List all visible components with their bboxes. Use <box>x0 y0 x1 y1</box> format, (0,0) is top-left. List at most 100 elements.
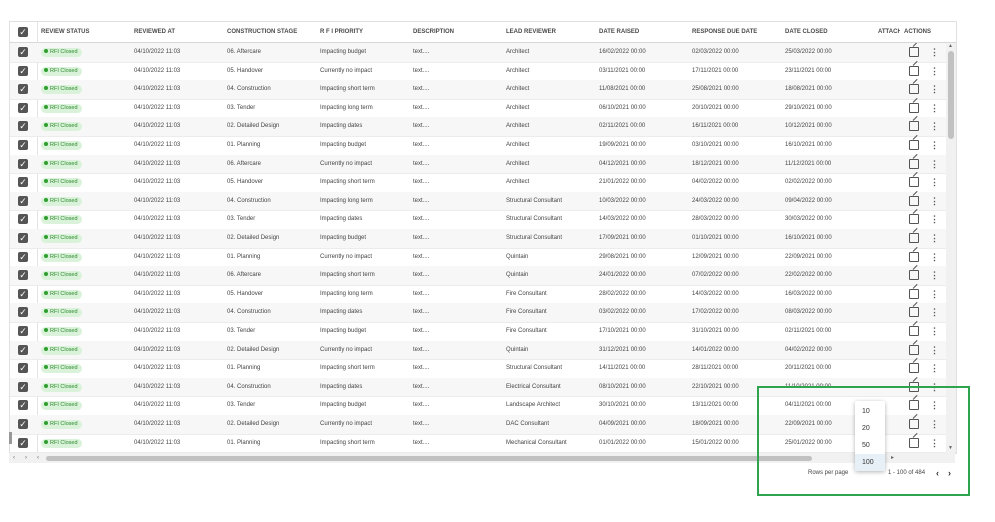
table-row[interactable]: ✓ RFI Closed 04/10/2022 11:03 06. Aftercare… <box>10 266 946 286</box>
horizontal-scroll-thumb[interactable] <box>46 456 812 461</box>
select-all-checkbox[interactable]: ✓ <box>18 27 28 37</box>
row-checkbox[interactable]: ✓ <box>18 121 28 132</box>
more-options-icon[interactable]: ⋮ <box>930 62 939 80</box>
edit-icon[interactable] <box>909 102 919 113</box>
row-checkbox[interactable]: ✓ <box>18 344 28 355</box>
edit-icon[interactable] <box>909 326 919 336</box>
more-options-icon[interactable]: ⋮ <box>930 43 939 61</box>
table-row[interactable]: ✓ RFI Closed 04/10/2022 11:03 04. Construct… <box>10 303 946 323</box>
scroll-up-icon[interactable]: ▲ <box>948 43 953 49</box>
more-options-icon[interactable]: ⋮ <box>930 359 939 377</box>
status-text: RFI Closed <box>50 160 78 167</box>
annotation-highlight-box <box>757 386 970 496</box>
col-response-due-date[interactable]: RESPONSE DUE DATE <box>692 22 772 42</box>
table-row[interactable]: ✓ RFI Closed 04/10/2022 11:03 06. Aftercare… <box>10 43 946 63</box>
more-options-icon[interactable]: ⋮ <box>930 192 939 210</box>
edit-icon[interactable] <box>909 214 919 225</box>
row-checkbox[interactable]: ✓ <box>18 437 28 448</box>
vertical-scroll-thumb[interactable] <box>948 51 954 139</box>
table-row[interactable]: ✓ RFI Closed 04/10/2022 11:03 03. Tender Imp… <box>10 99 946 119</box>
col-lead-reviewer[interactable]: LEAD REVIEWER <box>506 22 586 42</box>
col-rfi-priority[interactable]: R F I PRIORITY <box>320 22 400 42</box>
more-options-icon[interactable]: ⋮ <box>930 210 939 228</box>
edit-icon[interactable] <box>909 140 919 150</box>
scroll-left-icon[interactable]: ‹ <box>13 453 15 463</box>
table-row[interactable]: ✓ RFI Closed 04/10/2022 11:03 01. Planning C… <box>10 248 946 268</box>
edit-icon[interactable] <box>909 233 919 243</box>
col-description[interactable]: DESCRIPTION <box>413 22 493 42</box>
row-checkbox[interactable]: ✓ <box>18 47 28 57</box>
table-row[interactable]: ✓ RFI Closed 04/10/2022 11:03 03. Tender Imp… <box>10 322 946 342</box>
row-checkbox[interactable]: ✓ <box>18 381 28 392</box>
table-row[interactable]: ✓ RFI Closed 04/10/2022 11:03 02. Detailed … <box>10 340 946 361</box>
row-checkbox[interactable]: ✓ <box>18 251 28 262</box>
more-options-icon[interactable]: ⋮ <box>930 322 939 340</box>
table-row[interactable]: ✓ RFI Closed 04/10/2022 11:03 04. Construct… <box>10 80 946 100</box>
table-row[interactable]: ✓ RFI Closed 04/10/2022 11:03 05. Handover I… <box>10 173 946 193</box>
row-checkbox[interactable]: ✓ <box>18 102 28 113</box>
table-row[interactable]: ✓ RFI Closed 04/10/2022 11:03 05. Handover C… <box>10 62 946 82</box>
table-row[interactable]: ✓ RFI Closed 04/10/2022 11:03 02. Detailed … <box>10 229 946 249</box>
row-checkbox[interactable]: ✓ <box>18 363 28 374</box>
row-checkbox[interactable]: ✓ <box>18 195 28 206</box>
table-row[interactable]: ✓ RFI Closed 04/10/2022 11:03 01. Planning I… <box>10 136 946 156</box>
row-checkbox[interactable]: ✓ <box>18 270 28 281</box>
more-options-icon[interactable]: ⋮ <box>930 99 939 117</box>
edit-icon[interactable] <box>909 307 919 318</box>
status-text: RFI Closed <box>50 142 78 148</box>
edit-icon[interactable] <box>909 121 919 132</box>
row-checkbox[interactable]: ✓ <box>18 288 28 299</box>
edit-icon[interactable] <box>909 177 919 188</box>
more-options-icon[interactable]: ⋮ <box>930 303 939 321</box>
table-row[interactable]: ✓ RFI Closed 04/10/2022 11:03 06. Aftercare… <box>10 154 946 175</box>
edit-icon[interactable] <box>909 344 919 355</box>
row-checkbox[interactable]: ✓ <box>18 400 28 411</box>
row-checkbox[interactable]: ✓ <box>18 177 28 188</box>
more-options-icon[interactable]: ⋮ <box>930 266 939 284</box>
table-row[interactable]: ✓ RFI Closed 04/10/2022 11:03 04. Construct… <box>10 191 946 212</box>
col-review-status[interactable]: REVIEW STATUS <box>41 22 121 42</box>
edit-icon[interactable] <box>909 195 919 206</box>
row-checkbox[interactable]: ✓ <box>18 158 28 169</box>
more-options-icon[interactable]: ⋮ <box>930 80 939 98</box>
more-options-icon[interactable]: ⋮ <box>930 136 939 154</box>
scroll-left-small-icon[interactable]: ‹ <box>37 453 39 463</box>
table-row[interactable]: ✓ RFI Closed 04/10/2022 11:03 03. Tender Imp… <box>10 210 946 230</box>
row-resize-handle[interactable] <box>9 432 12 444</box>
edit-icon[interactable] <box>909 84 919 95</box>
row-checkbox[interactable]: ✓ <box>18 419 28 429</box>
row-checkbox[interactable]: ✓ <box>18 233 28 243</box>
status-badge: RFI Closed <box>41 382 82 392</box>
row-checkbox[interactable]: ✓ <box>18 140 28 150</box>
row-checkbox[interactable]: ✓ <box>18 65 28 76</box>
more-options-icon[interactable]: ⋮ <box>930 248 939 266</box>
scroll-right-icon[interactable]: › <box>25 453 27 463</box>
edit-icon[interactable] <box>909 47 919 57</box>
col-reviewed-at[interactable]: REVIEWED AT <box>134 22 214 42</box>
edit-icon[interactable] <box>909 251 919 262</box>
more-options-icon[interactable]: ⋮ <box>930 285 939 303</box>
row-checkbox[interactable]: ✓ <box>18 84 28 95</box>
more-options-icon[interactable]: ⋮ <box>930 117 939 135</box>
more-options-icon[interactable]: ⋮ <box>930 155 939 173</box>
col-date-closed[interactable]: DATE CLOSED <box>785 22 865 42</box>
more-options-icon[interactable]: ⋮ <box>930 341 939 359</box>
edit-icon[interactable] <box>909 158 919 169</box>
table-row[interactable]: ✓ RFI Closed 04/10/2022 11:03 05. Handover I… <box>10 285 946 305</box>
row-checkbox[interactable]: ✓ <box>18 214 28 225</box>
edit-icon[interactable] <box>909 363 919 374</box>
status-dot-icon <box>44 197 48 202</box>
more-options-icon[interactable]: ⋮ <box>930 173 939 191</box>
row-checkbox[interactable]: ✓ <box>18 307 28 318</box>
more-options-icon[interactable]: ⋮ <box>930 229 939 247</box>
edit-icon[interactable] <box>909 65 919 76</box>
table-row[interactable]: ✓ RFI Closed 04/10/2022 11:03 02. Detailed … <box>10 117 946 137</box>
row-checkbox[interactable]: ✓ <box>18 326 28 336</box>
edit-icon[interactable] <box>909 270 919 281</box>
edit-icon[interactable] <box>909 288 919 299</box>
col-attach[interactable]: ATTACH <box>878 22 900 42</box>
cell-lead-reviewer: Architect <box>506 123 530 130</box>
col-date-raised[interactable]: DATE RAISED <box>599 22 679 42</box>
table-row[interactable]: ✓ RFI Closed 04/10/2022 11:03 01. Planning I… <box>10 359 946 379</box>
col-construction-stage[interactable]: CONSTRUCTION STAGE <box>227 22 307 42</box>
